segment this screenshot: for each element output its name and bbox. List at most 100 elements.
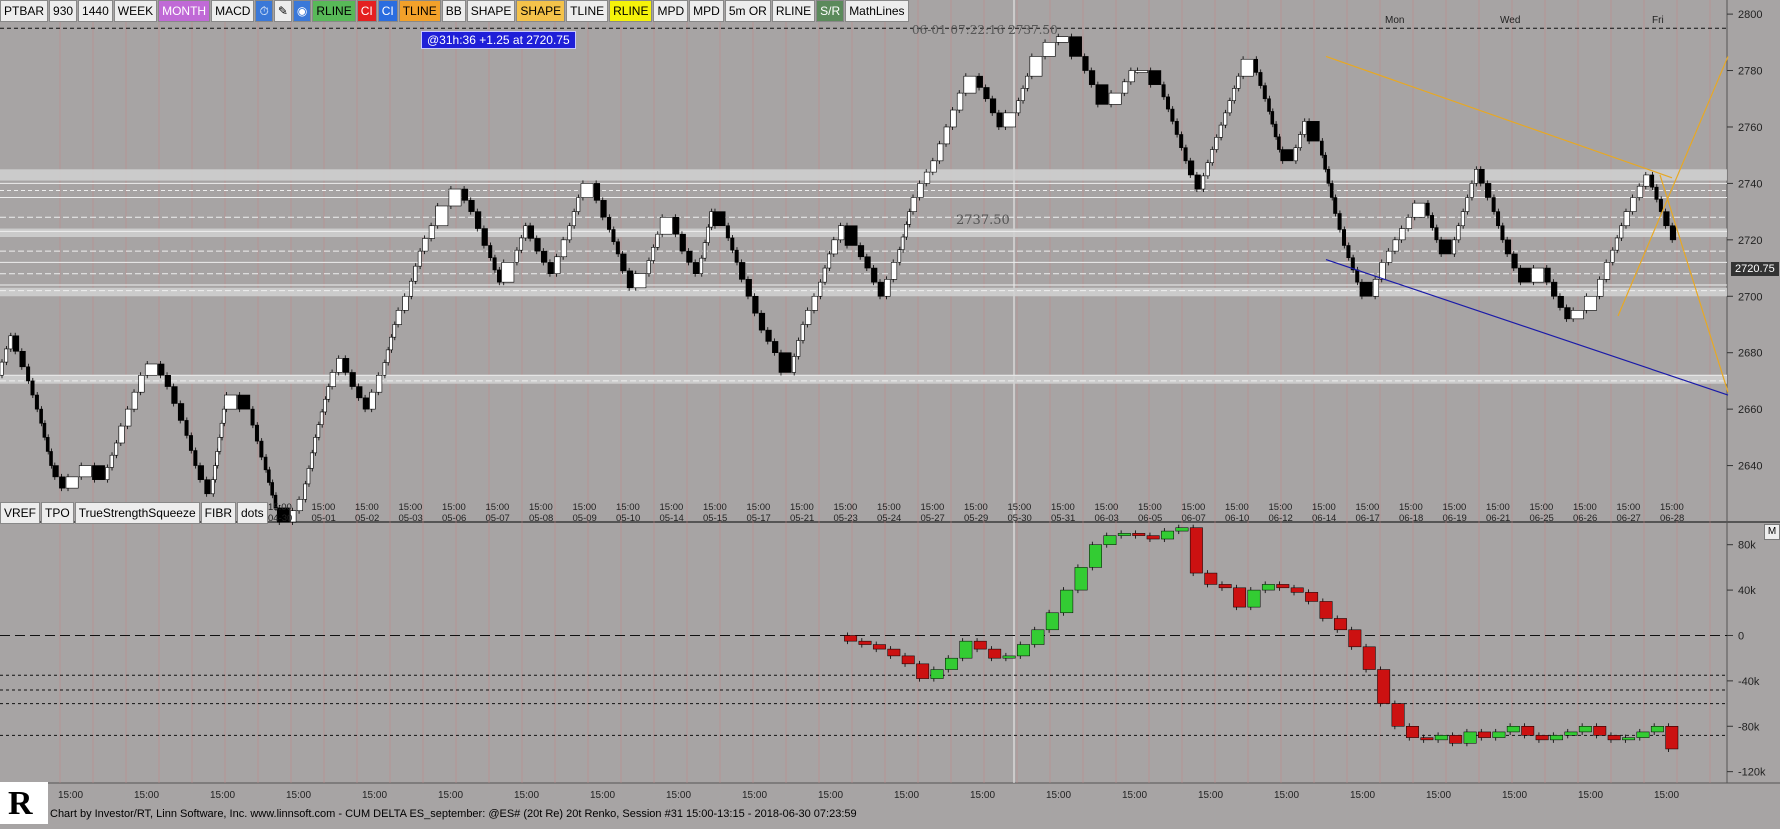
renko-candle [1029, 56, 1043, 77]
renko-candle [791, 356, 796, 373]
toolbar-button-mpd[interactable]: MPD [653, 0, 689, 22]
renko-candle [541, 250, 548, 263]
renko-candle [114, 442, 119, 456]
delta-candle [988, 648, 1002, 659]
renko-candle [417, 250, 422, 267]
date-label: 05-07 [486, 513, 510, 524]
renko-candle [547, 262, 554, 274]
renko-candle [1399, 228, 1406, 241]
renko-candle [39, 408, 43, 424]
time-label: 15:00 [312, 502, 336, 513]
time-label: 15:00 [1008, 502, 1032, 513]
toolbar-button-mpd[interactable]: MPD [689, 0, 724, 22]
study-button-truestrengthsqueeze[interactable]: TrueStrengthSqueeze [74, 502, 200, 524]
time-label: 15:00 [1095, 502, 1119, 513]
toolbar-button-mathlines[interactable]: MathLines [845, 0, 909, 22]
delta-candle [1348, 629, 1362, 648]
pencil-icon[interactable]: ✎ [273, 0, 292, 22]
toolbar-button-rline[interactable]: RLINE [771, 0, 816, 22]
toolbar-button-5m-or[interactable]: 5m OR [724, 0, 771, 22]
panel-menu-button[interactable]: M [1764, 524, 1780, 540]
renko-candle [250, 408, 255, 426]
renko-candle [1359, 281, 1373, 297]
study-button-vref[interactable]: VREF [0, 502, 41, 524]
renko-candle [1511, 253, 1518, 269]
renko-candle [567, 225, 572, 241]
toolbar-button-1440[interactable]: 1440 [78, 0, 113, 22]
renko-candle [481, 228, 488, 246]
delta-candle [930, 669, 944, 679]
renko-candle [1135, 70, 1148, 73]
renko-candle [263, 456, 268, 471]
renko-candle [177, 403, 185, 421]
renko-candle [1425, 202, 1430, 216]
delta-candle [1564, 731, 1578, 736]
renko-candle [158, 363, 165, 376]
renko-candle [0, 361, 4, 376]
time-label: 15:00 [1356, 502, 1380, 513]
study-button-dots[interactable]: dots [237, 502, 268, 524]
study-button-tpo[interactable]: TPO [41, 502, 74, 524]
renko-candle [1386, 250, 1393, 263]
renko-candle [12, 335, 20, 352]
renko-candle [976, 75, 983, 88]
time-label: 15:00 [1486, 502, 1510, 513]
delta-candle [1060, 589, 1074, 614]
delta-tick-label: 0 [1738, 630, 1744, 642]
renko-candle [937, 143, 944, 162]
renko-candle [329, 372, 336, 387]
toolbar-button-month[interactable]: MONTH [158, 0, 211, 22]
delta-candle [916, 663, 930, 679]
toolbar-button-shape[interactable]: SHAPE [466, 0, 516, 22]
toolbar-button-week[interactable]: WEEK [113, 0, 158, 22]
date-label: 05-08 [529, 513, 553, 524]
renko-candle [1496, 211, 1501, 227]
palette-icon[interactable]: ◉ [292, 0, 312, 22]
renko-candle [712, 211, 726, 227]
toolbar-button-ptbar[interactable]: PTBAR [0, 0, 49, 22]
toolbar-button-ci[interactable]: CI [356, 0, 377, 22]
study-button-fibr[interactable]: FIBR [200, 502, 236, 524]
renko-candle [534, 238, 541, 252]
bottom-toolbar: VREF TPO TrueStrengthSqueeze FIBR dots [0, 502, 268, 524]
toolbar-button-ci[interactable]: CI [377, 0, 398, 22]
renko-candle [19, 350, 26, 368]
renko-candle [831, 239, 838, 255]
date-label: 05-10 [616, 513, 640, 524]
delta-candle [1089, 544, 1102, 568]
date-label: 06-27 [1617, 513, 1641, 524]
date-label: 05-29 [964, 513, 988, 524]
toolbar-button-tline[interactable]: TLINE [398, 0, 441, 22]
toolbar-button-rline[interactable]: RLINE [312, 0, 356, 22]
renko-candle [1485, 183, 1492, 198]
toolbar-button-bb[interactable]: BB [441, 0, 466, 22]
chart-canvas[interactable]: 2640 2660 2680 2700 2720 2740 2760 2780 2800 Mon W… [0, 0, 1780, 824]
time-axis-label: 15:00 [58, 790, 83, 801]
toolbar-button-macd[interactable]: MACD [211, 0, 255, 22]
renko-candle [752, 295, 759, 314]
delta-candle [1550, 735, 1563, 741]
renko-candle [702, 242, 707, 259]
delta-candle [1362, 646, 1376, 670]
toolbar-button-s-r[interactable]: S/R [816, 0, 845, 22]
clock-icon[interactable]: ⏱ [255, 0, 273, 22]
toolbar-button-930[interactable]: 930 [49, 0, 78, 22]
toolbar-button-rline[interactable]: RLINE [609, 0, 653, 22]
renko-candle [1209, 149, 1214, 164]
renko-candle [362, 397, 369, 410]
time-axis-label: 15:00 [1654, 790, 1679, 801]
toolbar-button-tline[interactable]: TLINE [566, 0, 609, 22]
renko-candle [1267, 98, 1271, 112]
toolbar-button-shape[interactable]: SHAPE [516, 0, 566, 22]
renko-candle [193, 450, 198, 466]
time-label: 15:00 [964, 502, 988, 513]
delta-candle [1578, 726, 1592, 733]
time-label: 15:00 [529, 502, 553, 513]
renko-candle [811, 295, 818, 311]
renko-candle [395, 310, 402, 325]
renko-candle [890, 262, 898, 280]
renko-candle [210, 479, 215, 495]
renko-candle [1236, 75, 1241, 89]
renko-candle [871, 267, 878, 283]
delta-candle [1406, 726, 1419, 738]
